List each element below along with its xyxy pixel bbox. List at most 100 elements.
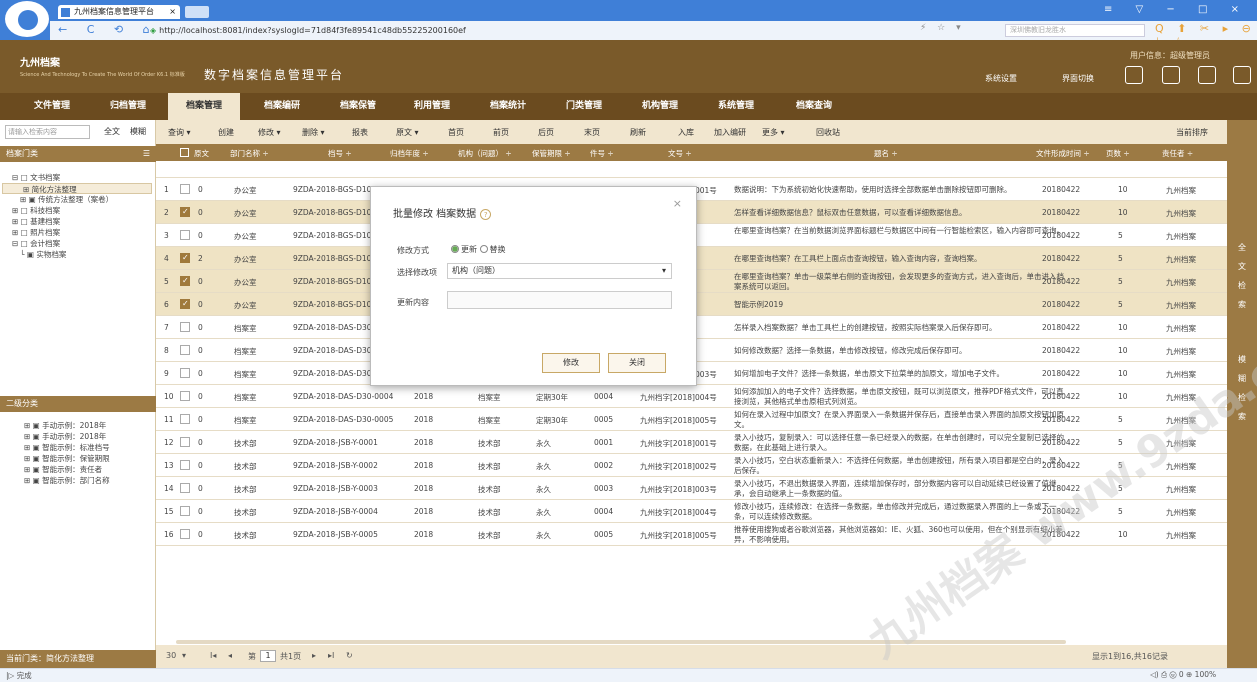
tree-item[interactable]: ⊟ □ 会计档案 <box>0 238 156 249</box>
col-date[interactable]: 文件形成时间 ÷ <box>1036 148 1090 159</box>
edit-button[interactable]: 修改 ▾ <box>258 127 281 138</box>
status-icons[interactable]: ◁) ⎙ ⓦ 0 ⊕ 100% <box>1150 670 1216 680</box>
field-select[interactable]: 机构（问题） <box>447 263 672 279</box>
fuzzy-search-tab[interactable]: 模 糊 检 索 <box>1227 350 1257 426</box>
tree-item[interactable]: ⊞ ▣ 智能示例：标准档号 <box>0 442 156 453</box>
page-size-arrow[interactable]: ▾ <box>182 651 186 660</box>
nav-org-management[interactable]: 机构管理 <box>628 93 692 120</box>
refresh-icon[interactable]: ↻ <box>346 651 353 660</box>
col-pages[interactable]: 页数 ÷ <box>1106 148 1130 159</box>
nav-buttons-icon[interactable]: ← C ⟲ ⌂ <box>58 23 158 36</box>
window-controls[interactable]: ≡ ▽ − □ × <box>1104 4 1249 15</box>
home-icon[interactable] <box>1125 66 1143 84</box>
create-button[interactable]: 创建 <box>218 127 234 138</box>
tree-item[interactable]: ⊞ □ 照片档案 <box>0 227 156 238</box>
table-row[interactable]: 11 0 档案室 9ZDA-2018-DAS-D30-0005 2018 档案室 定期30年… <box>156 408 1227 431</box>
first-page-button[interactable]: 首页 <box>448 127 464 138</box>
row-checkbox[interactable] <box>180 483 190 493</box>
table-row[interactable]: 15 0 技术部 9ZDA-2018-JSB-Y-0004 2018 技术部 永久 0004 九… <box>156 500 1227 523</box>
print-icon[interactable] <box>1198 66 1216 84</box>
storage-button[interactable]: 入库 <box>678 127 694 138</box>
sidebar-search-input[interactable]: 请输入检索内容 <box>5 125 90 139</box>
nav-archive-storage[interactable]: 档案保管 <box>326 93 390 120</box>
tree-item[interactable]: ⊞ □ 科技档案 <box>0 205 156 216</box>
browser-logo-icon[interactable] <box>5 1 49 37</box>
close-icon[interactable]: × <box>673 197 682 210</box>
help-icon[interactable]: ? <box>480 209 492 220</box>
col-archive-no[interactable]: 档号 ÷ <box>328 148 352 159</box>
content-input[interactable] <box>447 291 672 309</box>
row-checkbox[interactable] <box>180 460 190 470</box>
bookmark-icons[interactable]: ⚡ ☆ ▾ <box>920 23 965 33</box>
tree-item[interactable]: ⊟ □ 文书档案 <box>0 172 156 183</box>
download-icon[interactable] <box>1162 66 1180 84</box>
col-dept[interactable]: 部门名称 ÷ <box>230 148 269 159</box>
nav-category-management[interactable]: 门类管理 <box>552 93 616 120</box>
last-page-button[interactable]: 末页 <box>584 127 600 138</box>
col-year[interactable]: 归档年度 ÷ <box>390 148 429 159</box>
row-checkbox[interactable] <box>180 322 190 332</box>
row-checkbox[interactable] <box>180 299 190 309</box>
refresh-button[interactable]: 刷新 <box>630 127 646 138</box>
nav-file-management[interactable]: 文件管理 <box>22 93 82 120</box>
nav-archive-management[interactable]: 档案管理 <box>168 93 240 120</box>
close-button[interactable]: 关闭 <box>608 353 666 373</box>
tree-item[interactable]: ⊞ ▣ 智能示例：部门名称 <box>0 475 156 486</box>
menu-icon[interactable]: ☰ <box>143 146 150 162</box>
tree-item[interactable]: ⊞ ▣ 智能示例：保管期限 <box>0 453 156 464</box>
page-size[interactable]: 30 <box>166 651 176 660</box>
col-responsible[interactable]: 责任者 ÷ <box>1162 148 1193 159</box>
tree-item[interactable]: ⊞ ▣ 手动示例：2018年 <box>0 431 156 442</box>
tree-item[interactable]: ⊞ □ 基建档案 <box>0 216 156 227</box>
prev-page-icon[interactable]: ◂ <box>228 651 232 660</box>
next-page-button[interactable]: 后页 <box>538 127 554 138</box>
col-title[interactable]: 题名 ÷ <box>874 148 898 159</box>
horizontal-scrollbar[interactable] <box>176 640 1066 644</box>
tree-item-selected[interactable]: ⊞ 简化方法整理 <box>2 183 152 194</box>
smart-search-row[interactable] <box>156 161 1227 178</box>
radio-update[interactable]: 更新 <box>451 245 477 254</box>
row-checkbox[interactable] <box>180 368 190 378</box>
tab-close-icon[interactable]: × <box>169 5 176 19</box>
col-retention[interactable]: 保管期限 ÷ <box>532 148 571 159</box>
table-row[interactable]: 16 0 技术部 9ZDA-2018-JSB-Y-0005 2018 技术部 永久 0005 九… <box>156 523 1227 546</box>
tree-item[interactable]: ⊞ ▣ 传统方法整理（案卷） <box>0 194 156 205</box>
url-field[interactable]: ◈ http://localhost:8081/index?syslogId=71… <box>150 24 990 38</box>
fuzzy-button[interactable]: 模糊 <box>130 126 146 137</box>
row-checkbox[interactable] <box>180 253 190 263</box>
radio-replace[interactable]: 替换 <box>479 245 506 254</box>
table-row[interactable]: 12 0 技术部 9ZDA-2018-JSB-Y-0001 2018 技术部 永久 0001 九… <box>156 431 1227 454</box>
delete-button[interactable]: 删除 ▾ <box>302 127 325 138</box>
col-item-no[interactable]: 件号 ÷ <box>590 148 614 159</box>
row-checkbox[interactable] <box>180 276 190 286</box>
fulltext-search-tab[interactable]: 全 文 检 索 <box>1227 238 1257 314</box>
row-checkbox[interactable] <box>180 529 190 539</box>
prev-page-button[interactable]: 前页 <box>493 127 509 138</box>
recycle-bin-button[interactable]: 回收站 <box>816 127 840 138</box>
confirm-button[interactable]: 修改 <box>542 353 600 373</box>
table-row[interactable]: 14 0 技术部 9ZDA-2018-JSB-Y-0003 2018 技术部 永久 0003 九… <box>156 477 1227 500</box>
col-original[interactable]: 原文 <box>194 148 209 159</box>
table-row[interactable]: 10 0 档案室 9ZDA-2018-DAS-D30-0004 2018 档案室 定期30年… <box>156 385 1227 408</box>
last-page-icon[interactable]: ▸I <box>328 651 334 660</box>
add-research-button[interactable]: 加入编研 <box>714 127 746 138</box>
table-row[interactable]: 13 0 技术部 9ZDA-2018-JSB-Y-0002 2018 技术部 永久 0002 九… <box>156 454 1227 477</box>
nav-archive-query[interactable]: 档案查询 <box>782 93 846 120</box>
col-org[interactable]: 机构（问题） ÷ <box>458 148 512 159</box>
row-checkbox[interactable] <box>180 391 190 401</box>
row-checkbox[interactable] <box>180 207 190 217</box>
query-button[interactable]: 查询 ▾ <box>168 127 191 138</box>
tree-item[interactable]: └ ▣ 实物档案 <box>0 249 156 260</box>
report-button[interactable]: 报表 <box>352 127 368 138</box>
current-sort[interactable]: 当前排序 <box>1176 127 1208 138</box>
col-doc-no[interactable]: 文号 ÷ <box>668 148 692 159</box>
fulltext-button[interactable]: 全文 <box>104 126 120 137</box>
original-button[interactable]: 原文 ▾ <box>396 127 419 138</box>
exit-icon[interactable] <box>1233 66 1251 84</box>
row-checkbox[interactable] <box>180 414 190 424</box>
nav-usage-management[interactable]: 利用管理 <box>400 93 464 120</box>
row-checkbox[interactable] <box>180 437 190 447</box>
browser-tab[interactable]: 九州档案信息管理平台 × <box>58 5 180 19</box>
row-checkbox[interactable] <box>180 345 190 355</box>
nav-archive-research[interactable]: 档案编研 <box>250 93 314 120</box>
